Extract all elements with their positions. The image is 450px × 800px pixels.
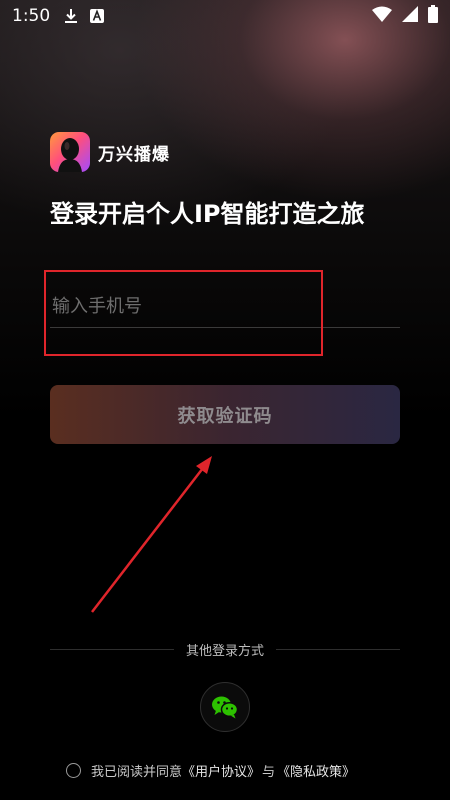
a-notification-icon: [90, 9, 105, 23]
other-login-label: 其他登录方式: [186, 643, 265, 659]
divider-line-left: [50, 648, 174, 650]
agreement-conjunction: 与: [262, 764, 276, 780]
status-right-group: [372, 4, 438, 28]
page-title: 登录开启个人IP智能打造之旅: [50, 200, 365, 228]
app-name: 万兴播爆: [98, 144, 170, 165]
user-agreement-link[interactable]: 《用户协议》: [182, 761, 260, 780]
divider-line-right: [276, 648, 401, 650]
agreement-row: 我已阅读并同意 《用户协议》 与 《隐私政策》: [66, 760, 355, 780]
status-bar: 1:50: [0, 0, 450, 32]
agreement-prefix: 我已阅读并同意: [91, 764, 183, 780]
agreement-checkbox[interactable]: [66, 762, 81, 778]
status-time: 1:50: [12, 6, 51, 26]
app-brand: 万兴播爆: [50, 132, 170, 172]
battery-icon: [428, 4, 438, 28]
get-verification-code-button[interactable]: 获取验证码: [50, 385, 400, 444]
app-logo-icon: [50, 132, 90, 172]
wechat-icon: [212, 696, 239, 719]
wifi-icon: [372, 6, 392, 27]
other-login-divider: 其他登录方式: [50, 640, 401, 659]
annotation-highlight-box: [44, 270, 323, 356]
download-icon: [64, 8, 78, 24]
signal-icon: [402, 5, 418, 27]
wechat-login-button[interactable]: [200, 682, 250, 732]
privacy-policy-link[interactable]: 《隐私政策》: [277, 761, 355, 780]
